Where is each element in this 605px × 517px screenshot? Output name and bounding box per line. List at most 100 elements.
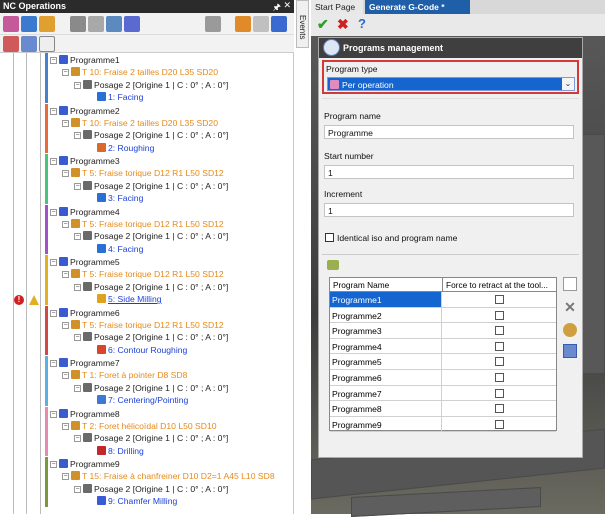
collapse-toggle[interactable]: − <box>62 220 69 228</box>
cut-icon[interactable] <box>235 16 251 32</box>
force-retract-checkbox[interactable] <box>495 404 504 414</box>
collapse-toggle[interactable]: − <box>62 119 69 127</box>
grid-header-force-retract[interactable]: Force to retract at the tool... <box>443 278 556 292</box>
program-type-select[interactable]: Per operation ⌄ <box>327 77 575 91</box>
add-row-icon[interactable] <box>327 260 339 270</box>
collapse-toggle[interactable]: − <box>50 158 57 165</box>
tab-start-page[interactable]: Start Page <box>311 0 363 14</box>
warning-icon[interactable] <box>29 295 39 305</box>
collapse-toggle[interactable]: − <box>50 107 57 115</box>
operation-node[interactable]: 8: Drilling <box>97 445 144 457</box>
collapse-toggle[interactable]: − <box>74 384 81 392</box>
machine-icon[interactable] <box>3 16 19 32</box>
posage-node[interactable]: Posage 2 [Origine 1 | C : 0° ; A : 0°] <box>83 180 228 192</box>
edit-wrench-icon[interactable] <box>563 323 577 337</box>
print-icon[interactable] <box>70 16 86 32</box>
tool-node[interactable]: T 10: Fraise 2 tailles D20 L35 SD20 <box>71 66 218 78</box>
events-side-tab[interactable]: Events <box>296 0 309 48</box>
program-name-cell[interactable]: Programme1 <box>330 292 442 307</box>
posage-node[interactable]: Posage 2 [Origine 1 | C : 0° ; A : 0°] <box>83 331 228 343</box>
force-retract-checkbox[interactable] <box>495 295 504 304</box>
program-node[interactable]: Programme8 <box>59 408 120 420</box>
program-node[interactable]: Programme3 <box>59 155 120 167</box>
collapse-toggle[interactable]: − <box>74 485 81 493</box>
operation-node[interactable]: 5: Side Milling <box>97 293 162 305</box>
sort-icon[interactable] <box>271 16 287 32</box>
collapse-toggle[interactable]: − <box>62 271 69 279</box>
filter-icon[interactable] <box>3 36 19 52</box>
operation-node[interactable]: 2: Roughing <box>97 142 154 154</box>
increment-input[interactable]: 1 <box>324 203 574 217</box>
posage-node[interactable]: Posage 2 [Origine 1 | C : 0° ; A : 0°] <box>83 281 228 293</box>
program-name-cell[interactable]: Programme2 <box>330 307 442 323</box>
collapse-toggle[interactable]: − <box>50 208 57 216</box>
table-row[interactable]: Programme6 <box>330 370 556 386</box>
collapse-toggle[interactable]: − <box>62 69 69 77</box>
collapse-toggle[interactable]: − <box>50 309 57 317</box>
force-retract-checkbox[interactable] <box>495 341 504 351</box>
operation-node[interactable]: 3: Facing <box>97 192 143 204</box>
force-retract-checkbox[interactable] <box>495 310 504 320</box>
program-node[interactable]: Programme5 <box>59 256 120 268</box>
collapse-toggle[interactable]: − <box>62 422 69 430</box>
collapse-toggle[interactable]: − <box>74 182 81 190</box>
collapse-toggle[interactable]: − <box>62 372 69 380</box>
tool-node[interactable]: T 2: Foret hélicoïdal D10 L50 SD10 <box>71 420 217 432</box>
document-icon[interactable] <box>88 16 104 32</box>
rename-icon[interactable] <box>563 344 577 358</box>
table-row[interactable]: Programme2 <box>330 307 556 324</box>
collapse-toggle[interactable]: − <box>74 81 81 89</box>
program-node[interactable]: Programme7 <box>59 357 120 369</box>
close-panel-button[interactable]: ✕ <box>283 0 291 11</box>
collapse-toggle[interactable]: − <box>74 233 81 241</box>
program-name-input[interactable]: Programme <box>324 125 574 139</box>
program-name-cell[interactable]: Programme9 <box>330 416 442 432</box>
table-row[interactable]: Programme8 <box>330 401 556 417</box>
posage-node[interactable]: Posage 2 [Origine 1 | C : 0° ; A : 0°] <box>83 129 228 141</box>
settings-icon[interactable] <box>124 16 140 32</box>
export-icon[interactable] <box>106 16 122 32</box>
arrow-down-icon[interactable] <box>21 16 37 32</box>
program-name-cell[interactable]: Programme3 <box>330 323 442 339</box>
simulate-icon[interactable] <box>39 16 55 32</box>
collapse-toggle[interactable]: − <box>62 473 69 481</box>
table-row[interactable]: Programme9 <box>330 416 556 433</box>
tool-node[interactable]: T 5: Fraise torique D12 R1 L50 SD12 <box>71 167 224 179</box>
posage-node[interactable]: Posage 2 [Origine 1 | C : 0° ; A : 0°] <box>83 432 228 444</box>
collapse-toggle[interactable]: − <box>74 132 81 140</box>
columns-icon[interactable] <box>21 36 37 52</box>
tool-node[interactable]: T 15: Fraise à chanfreiner D10 D2=1 A45 … <box>71 470 275 482</box>
operation-node[interactable]: 6: Contour Roughing <box>97 344 187 356</box>
collapse-toggle[interactable]: − <box>50 259 57 266</box>
program-node[interactable]: Programme2 <box>59 105 120 117</box>
delete-icon[interactable]: ✕ <box>563 300 577 314</box>
posage-node[interactable]: Posage 2 [Origine 1 | C : 0° ; A : 0°] <box>83 79 228 91</box>
force-retract-checkbox[interactable] <box>495 357 504 367</box>
table-row[interactable]: Programme3 <box>330 323 556 339</box>
program-node[interactable]: Programme6 <box>59 307 120 319</box>
collapse-toggle[interactable]: − <box>74 334 81 342</box>
error-icon[interactable]: ! <box>14 295 24 305</box>
program-node[interactable]: Programme9 <box>59 458 120 470</box>
operation-node[interactable]: 1: Facing <box>97 91 143 103</box>
grid-icon[interactable] <box>39 36 55 52</box>
table-row[interactable]: Programme1 <box>330 292 556 308</box>
operation-node[interactable]: 9: Chamfer Milling <box>97 495 177 507</box>
start-number-input[interactable]: 1 <box>324 165 574 179</box>
refresh-icon[interactable] <box>205 16 221 32</box>
collapse-toggle[interactable]: − <box>50 461 57 468</box>
force-retract-checkbox[interactable] <box>495 373 504 382</box>
ok-check-icon[interactable]: ✔ <box>317 17 331 31</box>
tools-icon[interactable] <box>253 16 269 32</box>
operation-node[interactable]: 7: Centering/Pointing <box>97 394 188 406</box>
table-row[interactable]: Programme5 <box>330 354 556 370</box>
collapse-toggle[interactable]: − <box>74 435 81 443</box>
program-name-cell[interactable]: Programme7 <box>330 385 442 401</box>
collapse-toggle[interactable]: − <box>50 360 57 367</box>
collapse-toggle[interactable]: − <box>62 321 69 329</box>
program-name-cell[interactable]: Programme5 <box>330 354 442 370</box>
program-name-cell[interactable]: Programme8 <box>330 401 442 417</box>
table-row[interactable]: Programme4 <box>330 338 556 355</box>
force-retract-checkbox[interactable] <box>495 419 504 429</box>
collapse-toggle[interactable]: − <box>50 57 57 64</box>
